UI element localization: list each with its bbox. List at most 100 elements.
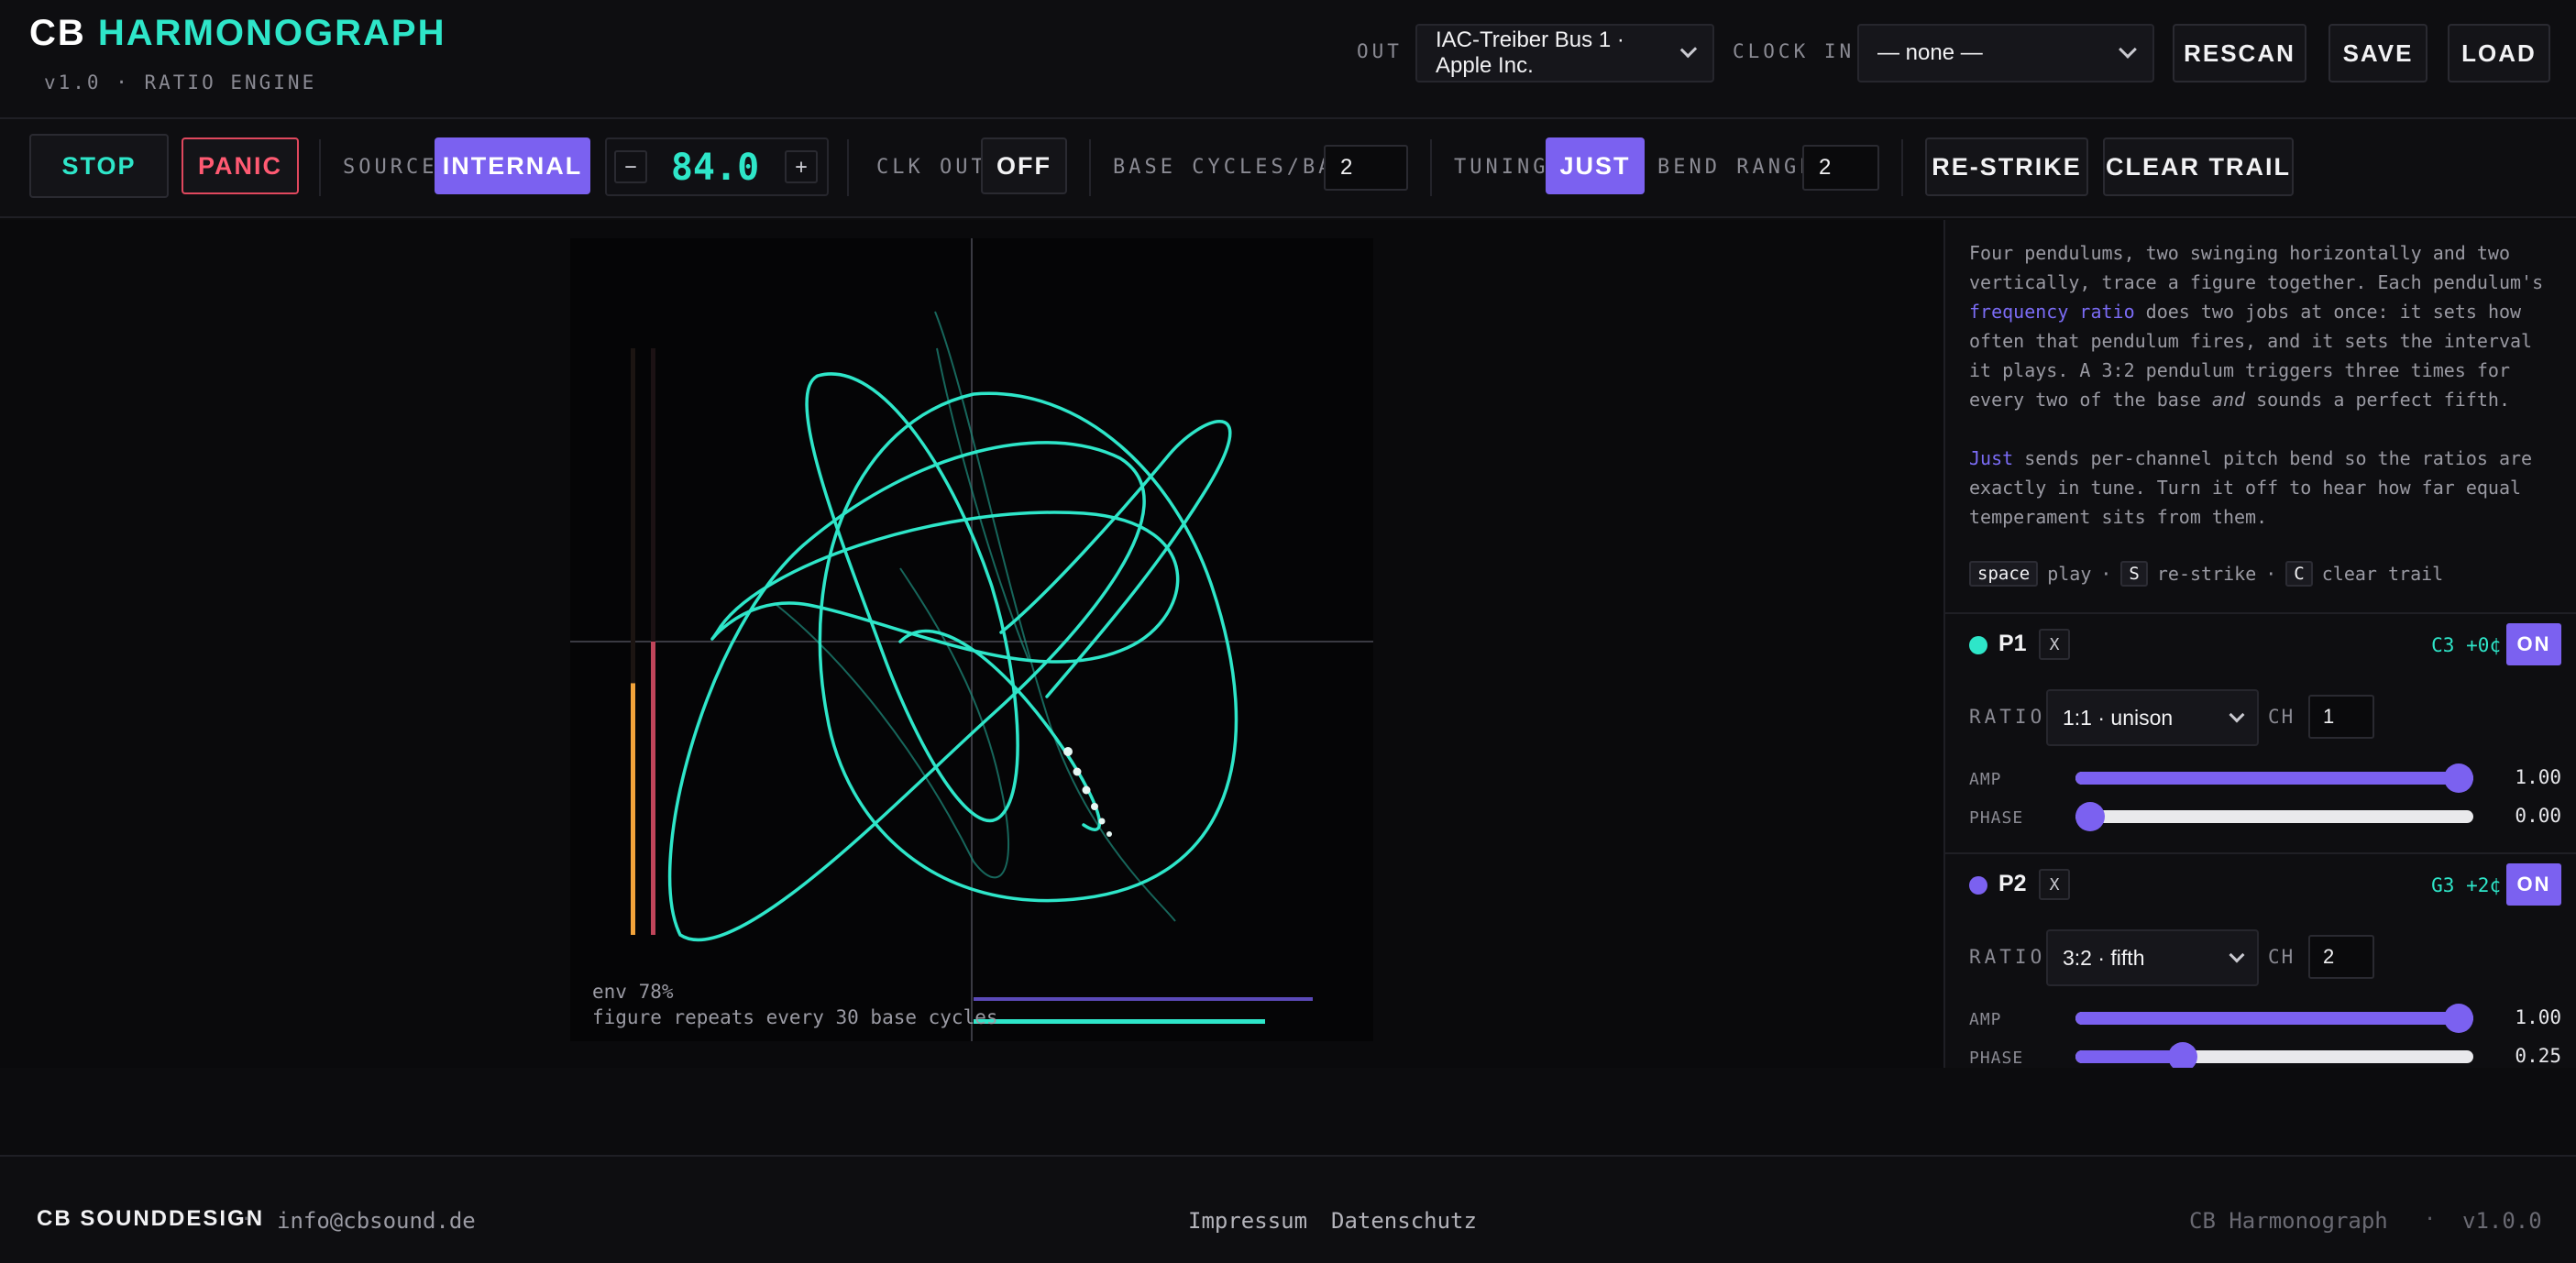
toolbar-divider [847,139,849,196]
toolbar-divider [1901,139,1903,196]
pen-dot [1082,785,1091,795]
bend-range-input[interactable]: 2 [1802,145,1879,191]
harmonograph-canvas[interactable] [570,238,1373,1041]
harmonograph-svg [570,238,1373,1041]
phase-value: 0.25 [2515,1045,2561,1067]
description-paragraph: Just sends per-channel pitch bend so the… [1969,444,2556,532]
toolbar-divider [1089,139,1091,196]
chevron-down-icon [2119,40,2137,59]
amp-label: AMP [1969,1010,2002,1029]
phase-slider-thumb[interactable] [2075,802,2105,831]
ratio-select[interactable]: 1:1 · unison [2046,689,2259,746]
pen-dot [1091,803,1098,810]
cycle-progress-b [974,1019,1265,1024]
desc-text: Four pendulums, two swinging horizontall… [1969,242,2544,293]
source-toggle[interactable]: INTERNAL [435,137,590,194]
midi-out-select[interactable]: IAC-Treiber Bus 1 · Apple Inc. [1415,24,1714,82]
tempo-value[interactable]: 84.0 [660,147,770,189]
amp-value: 1.00 [2515,766,2561,788]
remove-pendulum-button[interactable]: X [2039,629,2070,660]
shortcut-separator: · [2100,563,2112,585]
tempo-increment-button[interactable]: + [785,150,818,183]
phase-label: PHASE [1969,808,2024,828]
source-label: SOURCE [343,156,438,179]
pen-dot [1106,831,1112,837]
ratio-select[interactable]: 3:2 · fifth [2046,929,2259,986]
panic-button[interactable]: PANIC [182,137,299,194]
pen-dot [1063,747,1073,756]
remove-pendulum-button[interactable]: X [2039,869,2070,900]
channel-input[interactable]: 2 [2308,935,2374,979]
amp-slider-track[interactable] [2075,772,2473,785]
base-cycles-label: BASE CYCLES/BAR [1113,156,1350,179]
footer-version: v1.0.0 [2462,1208,2542,1234]
datenschutz-link[interactable]: Datenschutz [1331,1208,1477,1234]
clk-out-label: CLK OUT [876,156,987,179]
harmonograph-stage: env 78% figure repeats every 30 base cyc… [0,220,1943,1068]
base-cycles-input[interactable]: 2 [1324,145,1408,191]
load-button[interactable]: LOAD [2448,24,2550,82]
shortcut-text: clear trail [2321,563,2444,585]
desc-highlight: Just [1969,447,2014,469]
description-paragraph: Four pendulums, two swinging horizontall… [1969,238,2556,414]
app-header: CB HARMONOGRAPH v1.0 · RATIO ENGINE OUT … [0,0,2576,119]
ratio-label: RATIO [1969,946,2046,968]
footer-email-link[interactable]: info@cbsound.de [277,1208,476,1234]
shortcut-text: play [2047,563,2092,585]
desc-highlight: frequency ratio [1969,301,2135,323]
pendulum-on-toggle[interactable]: ON [2506,863,2561,906]
keyboard-shortcuts: space play · S re-strike · C clear trail [1969,561,2443,587]
footer-brand: CB SOUNDDESIGN [37,1206,265,1231]
cycle-readout: figure repeats every 30 base cycles [592,1006,998,1028]
out-label: OUT [1357,40,1403,62]
amp-slider-fill [2075,772,2473,785]
cycle-progress-a [974,997,1313,1001]
midi-out-value: IAC-Treiber Bus 1 · Apple Inc. [1436,27,1624,78]
amp-slider-fill [2075,1012,2473,1025]
tuning-toggle[interactable]: JUST [1546,137,1645,194]
restrike-button[interactable]: RE-STRIKE [1925,137,2088,196]
pendulum-note: G3 +2¢ [2431,874,2501,896]
pendulum-sidebar: Four pendulums, two swinging horizontall… [1943,220,2576,1068]
shortcut-text: re-strike [2156,563,2257,585]
phase-slider-track[interactable] [2075,1050,2473,1063]
pendulum-color-dot [1969,876,1987,895]
amp-slider-thumb[interactable] [2444,1004,2473,1033]
pen-dot [1073,767,1082,776]
bend-range-label: BEND RANGE [1657,156,1816,179]
footer-separator: · [2424,1208,2437,1231]
pendulum-on-toggle[interactable]: ON [2506,623,2561,665]
transport-toolbar: STOP PANIC SOURCE INTERNAL − 84.0 + CLK … [0,119,2576,218]
tempo-decrement-button[interactable]: − [614,150,647,183]
toolbar-divider [319,139,321,196]
footer-separator: · [240,1208,253,1231]
save-button[interactable]: SAVE [2328,24,2427,82]
chevron-down-icon [2229,707,2245,723]
brand-name: HARMONOGRAPH [97,13,446,53]
phase-slider-track[interactable] [2075,810,2473,823]
envelope-readout: env 78% [592,981,674,1003]
desc-text: sounds a perfect fifth. [2245,389,2511,411]
clock-in-label: CLOCK IN [1733,40,1855,62]
clock-in-select[interactable]: — none — [1857,24,2154,82]
clear-trail-button[interactable]: CLEAR TRAIL [2103,137,2294,196]
shortcut-separator: · [2265,563,2277,585]
amp-slider-track[interactable] [2075,1012,2473,1025]
description: Four pendulums, two swinging horizontall… [1969,238,2556,532]
impressum-link[interactable]: Impressum [1188,1208,1307,1234]
kbd-s: S [2120,561,2148,587]
amp-label: AMP [1969,770,2002,789]
channel-label: CH [2268,706,2295,728]
ratio-value: 1:1 · unison [2063,705,2174,730]
rescan-button[interactable]: RESCAN [2173,24,2306,82]
clk-out-toggle[interactable]: OFF [981,137,1067,194]
stop-button[interactable]: STOP [29,134,169,198]
channel-input[interactable]: 1 [2308,695,2374,739]
amp-slider-thumb[interactable] [2444,763,2473,793]
release-level-bar [651,642,655,935]
pendulum-color-dot [1969,636,1987,654]
envelope-level-bar [631,683,635,935]
kbd-space: space [1969,561,2039,587]
phase-slider-thumb[interactable] [2167,1042,2197,1068]
tuning-label: TUNING [1454,156,1549,179]
